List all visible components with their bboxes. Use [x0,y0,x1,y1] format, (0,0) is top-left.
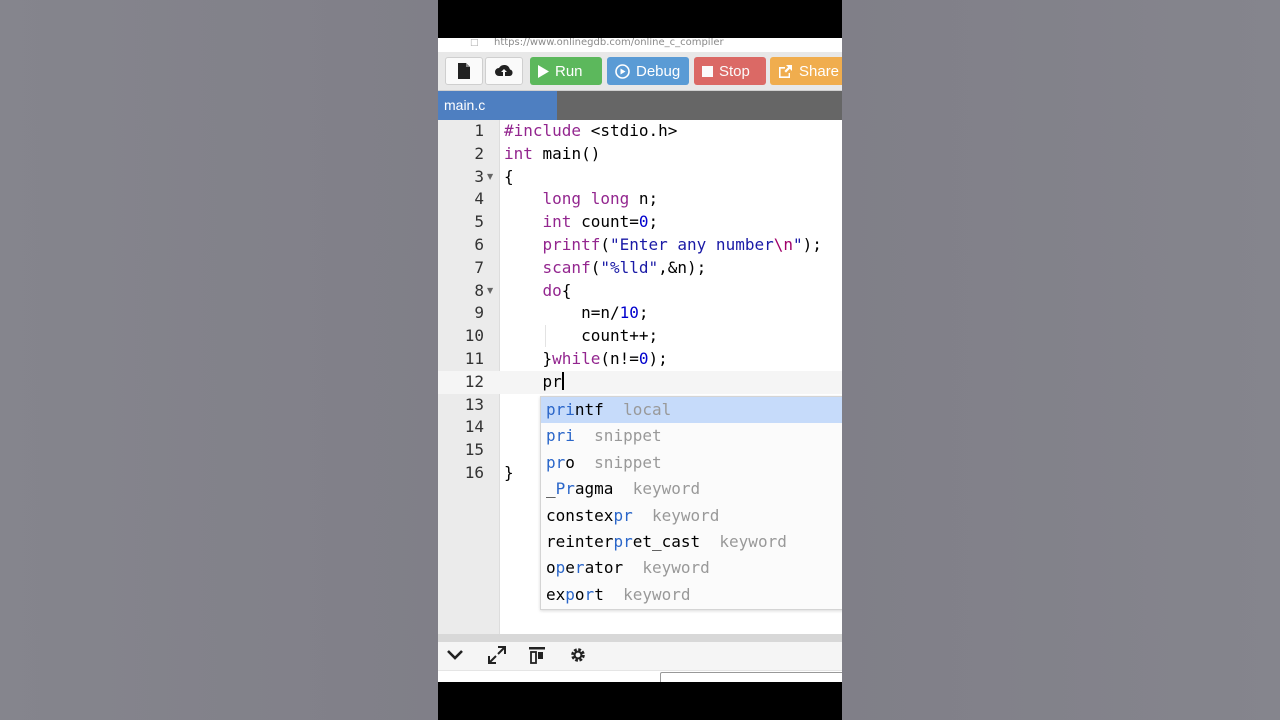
code-line: } [504,463,514,482]
play-icon [538,64,549,78]
left-background [0,0,438,720]
phone-frame: □ https://www.onlinegdb.com/online_c_com… [438,0,842,720]
line-number: 2 [474,143,484,163]
line-number: 3 [474,166,484,186]
code-line: n=n/10; [504,303,649,323]
file-icon [458,63,470,79]
code-line: }while(n!=0); [504,349,668,368]
chevron-down-icon[interactable] [444,643,466,667]
line-number: 15 [464,440,484,460]
layout-icon[interactable] [526,643,548,667]
code-line-current: pr [504,371,564,394]
autocomplete-item[interactable]: export keyword [541,582,842,608]
new-file-button[interactable] [445,57,483,85]
code-line: { [504,166,514,186]
file-tab-bar: main.c [438,91,842,120]
line-number: 6 [474,235,484,254]
line-number: 5 [474,212,484,232]
console-input-strip [438,670,842,682]
code-editor[interactable]: 1 2 3 ▼ 4 5 6 7 8 ▼ 9 10 11 12 13 14 15 … [438,120,842,634]
line-number: 9 [474,303,484,323]
stop-button[interactable]: Stop [694,57,766,85]
browser-screen: □ https://www.onlinegdb.com/online_c_com… [438,38,842,682]
tab-main-c[interactable]: main.c [438,91,557,120]
line-number: 10 [464,326,484,346]
current-line-highlight [438,370,842,394]
code-line: printf("Enter any number\n"); [542,235,822,254]
bottom-panel [438,634,842,682]
line-number: 8 [474,280,484,300]
debug-play-icon [615,63,630,79]
share-icon [778,64,793,78]
code-line: scanf("%lld",&n); [542,257,707,277]
fold-arrow-icon[interactable]: ▼ [487,286,493,295]
site-info-icon: □ [470,38,479,48]
console-input[interactable] [660,672,842,682]
autocomplete-item[interactable]: pro snippet [541,450,842,476]
code-line: long long n; [542,189,659,209]
url-text: https://www.onlinegdb.com/online_c_compi… [494,38,724,48]
line-number: 14 [464,417,484,437]
share-label: Share [799,62,840,80]
line-number: 7 [474,257,484,277]
run-label: Run [555,62,583,80]
line-number: 16 [464,463,484,482]
stop-icon [702,65,713,77]
autocomplete-item[interactable]: constexpr keyword [541,503,842,529]
code-line: count++; [504,326,659,346]
text-cursor [561,371,564,390]
cloud-upload-icon [495,65,513,76]
line-number: 13 [464,394,484,414]
autocomplete-item[interactable]: pri snippet [541,423,842,449]
right-background [842,0,1280,720]
autocomplete-item[interactable]: _Pragma keyword [541,476,842,502]
code-line: do{ [542,280,572,300]
line-number: 1 [474,121,484,140]
panel-resize-bar[interactable] [438,634,842,642]
line-number: 12 [464,371,484,391]
stop-label: Stop [719,62,750,80]
upload-button[interactable] [485,57,523,85]
address-bar[interactable]: □ https://www.onlinegdb.com/online_c_com… [438,38,842,50]
code-line: int count=0; [542,212,659,232]
fold-arrow-icon[interactable]: ▼ [487,172,493,181]
autocomplete-item[interactable]: printf local [541,397,842,424]
typed-text: pr [542,371,562,391]
run-button[interactable]: Run [530,57,602,85]
autocomplete-popup: printf local pri snippet pro snippet _Pr… [540,396,842,610]
autocomplete-item[interactable]: operator keyword [541,555,842,581]
expand-icon[interactable] [486,643,508,667]
line-number: 4 [474,189,484,209]
debug-button[interactable]: Debug [607,57,689,85]
ide-toolbar: Run Debug Stop Share [438,52,842,91]
debug-label: Debug [636,62,681,80]
line-number: 11 [464,349,484,368]
share-button[interactable]: Share [770,57,842,85]
code-line: #include <stdio.h> [504,121,678,140]
code-line: int main() [504,143,601,163]
autocomplete-item[interactable]: reinterpret_cast keyword [541,529,842,555]
gear-icon[interactable] [567,643,589,667]
